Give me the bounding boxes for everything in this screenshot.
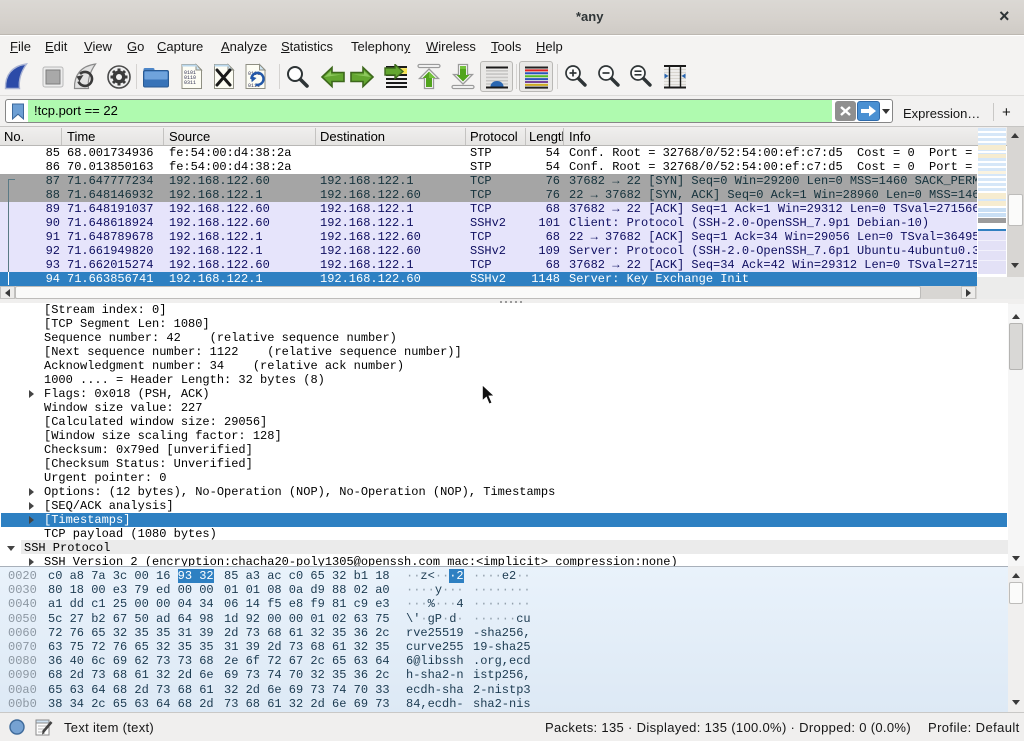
svg-text:0311: 0311 [184,80,196,86]
